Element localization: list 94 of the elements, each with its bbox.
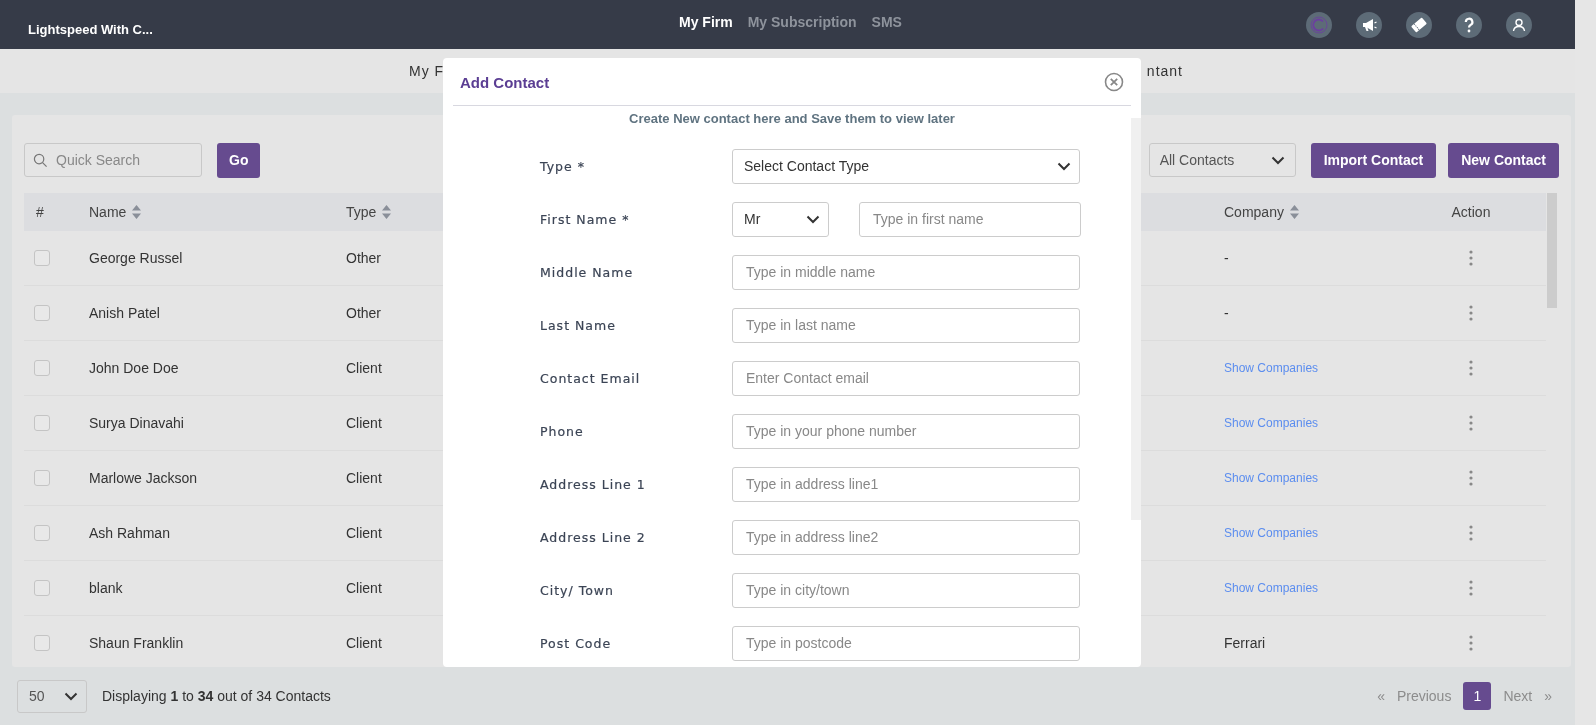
input-field[interactable]: Type in address line1 — [732, 466, 1080, 502]
row-checkbox[interactable] — [34, 250, 50, 266]
table-cell: Client — [346, 525, 382, 541]
kebab-menu-icon[interactable] — [1469, 360, 1473, 376]
page-number-button[interactable]: 1 — [1463, 682, 1492, 710]
input-field[interactable]: Type in middle name — [732, 254, 1080, 290]
field-label: City/ Town — [540, 582, 615, 598]
caret-icon — [806, 214, 820, 224]
sub-nav-link[interactable]: My F — [409, 63, 445, 79]
dialog-subtitle: Create New contact here and Save them to view later — [628, 111, 956, 126]
c-logo-icon[interactable] — [1306, 11, 1332, 38]
dialog-title: Add Contact — [460, 74, 550, 91]
row-checkbox[interactable] — [34, 415, 50, 431]
contact-type-dropdown[interactable]: Select Contact Type — [732, 148, 1080, 184]
sort-icon[interactable] — [132, 205, 142, 219]
input-field[interactable]: Type in city/town — [732, 572, 1080, 608]
table-cell: Client — [346, 415, 382, 431]
help-icon[interactable] — [1456, 11, 1482, 38]
search-icon — [33, 153, 48, 168]
input-field[interactable]: Type in address line2 — [732, 519, 1080, 555]
table-cell: Anish Patel — [89, 305, 160, 321]
table-cell: Shaun Franklin — [89, 635, 184, 651]
input-field[interactable]: Type in last name — [732, 307, 1080, 343]
search-field[interactable]: Quick Search — [24, 143, 202, 177]
row-checkbox[interactable] — [34, 305, 50, 321]
page-size-dropdown[interactable]: 50 — [17, 679, 87, 713]
go-button[interactable]: Go — [217, 142, 261, 178]
field-label: Contact Email — [540, 370, 642, 386]
column-header: Name — [89, 204, 127, 220]
scrollbar-thumb[interactable] — [1547, 193, 1557, 308]
table-cell: Ash Rahman — [89, 525, 170, 541]
field-label: Address Line 2 — [540, 529, 647, 545]
caret-icon — [1057, 161, 1071, 171]
column-header: Type — [346, 204, 377, 220]
row-checkbox[interactable] — [34, 525, 50, 541]
table-cell: Client — [346, 470, 382, 486]
nav-link[interactable]: My Subscription — [747, 13, 857, 30]
table-cell: blank — [89, 580, 123, 596]
megaphone-icon[interactable] — [1356, 11, 1382, 38]
nav-link[interactable]: SMS — [871, 13, 902, 30]
kebab-menu-icon[interactable] — [1469, 635, 1473, 651]
field-label: Phone — [540, 423, 585, 439]
column-header: Action — [1451, 204, 1491, 220]
field-label: Post Code — [540, 635, 613, 651]
nav-link[interactable]: My Firm — [679, 13, 733, 30]
caret-icon — [1270, 155, 1285, 165]
field-label: Middle Name — [540, 264, 635, 280]
table-cell: Client — [346, 360, 382, 376]
results-summary: Displaying 1 to 34 out of 34 Contacts — [102, 688, 331, 704]
close-icon[interactable] — [1104, 71, 1124, 92]
table-cell: - — [1224, 250, 1229, 266]
row-checkbox[interactable] — [34, 580, 50, 596]
input-field[interactable]: Type in first name — [859, 201, 1081, 237]
toolbar-button[interactable]: New Contact — [1448, 142, 1559, 178]
input-field[interactable]: Type in your phone number — [732, 413, 1080, 449]
kebab-menu-icon[interactable] — [1469, 250, 1473, 266]
table-cell: George Russel — [89, 250, 183, 266]
table-cell: Marlowe Jackson — [89, 470, 198, 486]
dialog-scrollbar[interactable] — [1131, 118, 1141, 520]
table-cell: John Doe Doe — [89, 360, 179, 376]
user-icon[interactable] — [1506, 11, 1532, 38]
brand-name: Lightspeed With C... — [28, 22, 154, 37]
page-scrollbar[interactable] — [1575, 0, 1596, 725]
contact-filter-dropdown[interactable]: All Contacts — [1148, 143, 1296, 177]
caret-icon — [64, 691, 78, 701]
field-label: First Name * — [540, 211, 631, 227]
table-cell: Other — [346, 305, 381, 321]
toolbar-button[interactable]: Import Contact — [1310, 142, 1437, 178]
title-dropdown[interactable]: Mr — [732, 201, 829, 237]
kebab-menu-icon[interactable] — [1469, 470, 1473, 486]
column-header: # — [36, 204, 44, 220]
field-label: Last Name — [540, 317, 617, 333]
sort-icon[interactable] — [382, 205, 392, 219]
column-header: Company — [1224, 204, 1284, 220]
field-label: Address Line 1 — [540, 476, 647, 492]
input-field[interactable]: Enter Contact email — [732, 360, 1080, 396]
kebab-menu-icon[interactable] — [1469, 415, 1473, 431]
table-cell: Ferrari — [1224, 635, 1266, 651]
sort-icon[interactable] — [1289, 205, 1299, 219]
row-checkbox[interactable] — [34, 360, 50, 376]
table-cell: Client — [346, 580, 382, 596]
kebab-menu-icon[interactable] — [1469, 525, 1473, 541]
ticket-icon[interactable] — [1406, 11, 1432, 38]
table-cell: Other — [346, 250, 381, 266]
row-checkbox[interactable] — [34, 635, 50, 651]
kebab-menu-icon[interactable] — [1469, 305, 1473, 321]
table-cell: Client — [346, 635, 382, 651]
row-checkbox[interactable] — [34, 470, 50, 486]
sub-nav-link[interactable]: ntant — [1146, 63, 1183, 79]
kebab-menu-icon[interactable] — [1469, 580, 1473, 596]
field-label: Type * — [540, 158, 586, 174]
input-field[interactable]: Type in postcode — [732, 625, 1080, 661]
table-cell: - — [1224, 305, 1229, 321]
table-cell: Surya Dinavahi — [89, 415, 184, 431]
